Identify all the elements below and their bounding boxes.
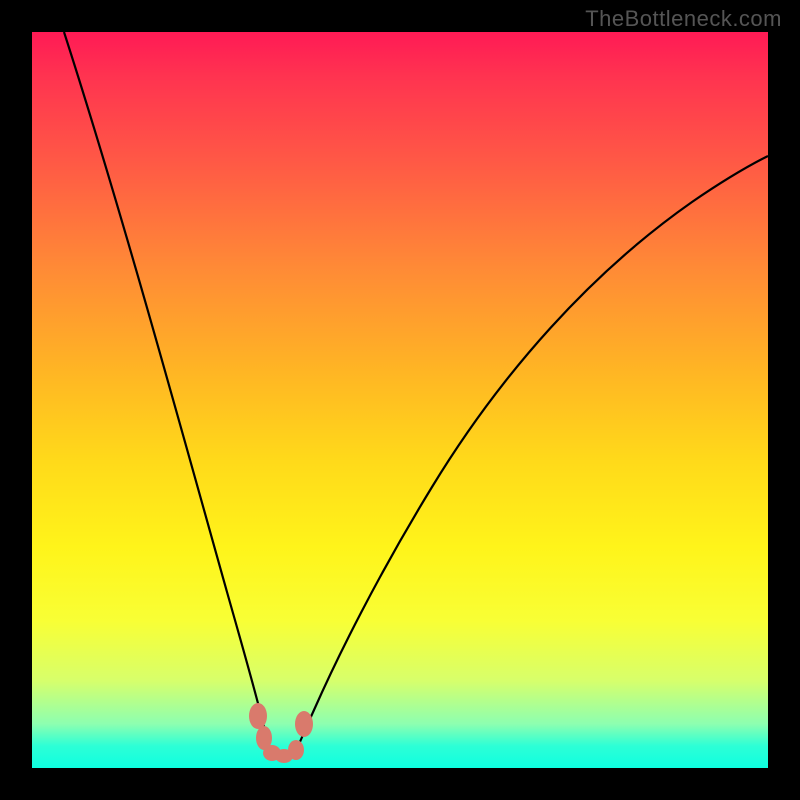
minimum-marker-group xyxy=(249,703,313,763)
curve-left-branch xyxy=(64,32,272,755)
marker-dot-right-upper xyxy=(295,711,313,737)
marker-dot-left-upper xyxy=(249,703,267,729)
marker-dot-right-lower xyxy=(288,740,304,760)
chart-area xyxy=(32,32,768,768)
curve-right-branch xyxy=(294,156,768,755)
chart-svg xyxy=(32,32,768,768)
attribution-text: TheBottleneck.com xyxy=(585,6,782,32)
